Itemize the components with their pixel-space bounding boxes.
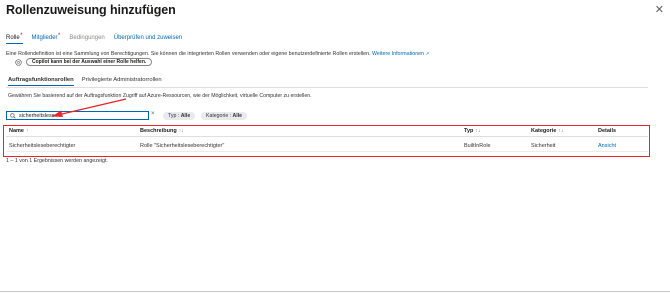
subtab-divider <box>6 87 648 88</box>
search-value: sicherheitslese <box>19 112 55 119</box>
cell-category: Sicherheit <box>531 143 556 149</box>
result-count: 1 – 1 von 1 Ergebnissen werden angezeigt… <box>6 158 108 164</box>
cell-name: Sicherheitsleseberechtigter <box>9 143 76 149</box>
close-icon[interactable]: ✕ <box>655 3 664 16</box>
page-title: Rollenzuweisung hinzufügen <box>6 3 176 17</box>
wizard-tabs: Rolle* Mitglieder* Bedingungen Überprüfe… <box>6 33 191 44</box>
subtab-privilegierte-administratorrollen[interactable]: Privilegierte Administratorrollen <box>82 77 162 86</box>
tab-bedingungen[interactable]: Bedingungen <box>69 35 104 44</box>
subtab-description: Gewähren Sie basierend auf der Auftragsf… <box>8 93 312 99</box>
column-header-name[interactable]: Name ↑ <box>9 128 28 134</box>
filter-kategorie[interactable]: Kategorie : Alle <box>201 112 248 120</box>
search-icon <box>10 112 16 119</box>
role-category-tabs: Auftragsfunktionsrollen Privilegierte Ad… <box>8 77 170 86</box>
sort-icon: ↑↓ <box>178 128 184 134</box>
sort-icon: ↑ <box>25 128 29 134</box>
cell-description: Rolle "Sicherheitsleseberechtigter" <box>140 143 225 149</box>
table-row-divider <box>6 151 648 152</box>
filter-typ[interactable]: Typ : Alle <box>163 112 196 120</box>
footer-divider <box>0 291 670 292</box>
subtab-auftragsfunktionsrollen[interactable]: Auftragsfunktionsrollen <box>8 77 74 86</box>
column-header-details: Details <box>598 128 617 134</box>
column-header-beschreibung[interactable]: Beschreibung ↑↓ <box>140 128 184 134</box>
copilot-icon <box>15 59 22 66</box>
tab-rolle[interactable]: Rolle* <box>6 33 23 44</box>
required-marker: * <box>20 33 23 39</box>
view-details-link[interactable]: Ansicht <box>598 143 616 149</box>
column-header-kategorie[interactable]: Kategorie ↑↓ <box>531 128 563 134</box>
external-link-icon: ↗ <box>425 51 430 56</box>
tab-mitglieder[interactable]: Mitglieder* <box>32 33 61 44</box>
search-input[interactable]: sicherheitslese <box>6 111 149 120</box>
column-header-typ[interactable]: Typ ↑↓ <box>464 128 480 134</box>
required-marker: * <box>58 33 61 39</box>
sort-icon: ↑↓ <box>475 128 481 134</box>
more-options-icon[interactable]: ··· <box>136 3 145 13</box>
cell-type: BuiltInRole <box>464 143 491 149</box>
copilot-help-button[interactable]: Copilot kann bei der Auswahl einer Rolle… <box>26 58 153 66</box>
clear-search-icon[interactable]: × <box>151 111 155 117</box>
table-header-divider <box>6 136 648 137</box>
tab-ueberpruefen-und-zuweisen[interactable]: Überprüfen und zuweisen <box>114 35 182 44</box>
sort-icon: ↑↓ <box>558 128 564 134</box>
role-description: Eine Rollendefinition ist eine Sammlung … <box>6 51 430 57</box>
learn-more-link[interactable]: Weitere Informationen <box>372 51 424 57</box>
